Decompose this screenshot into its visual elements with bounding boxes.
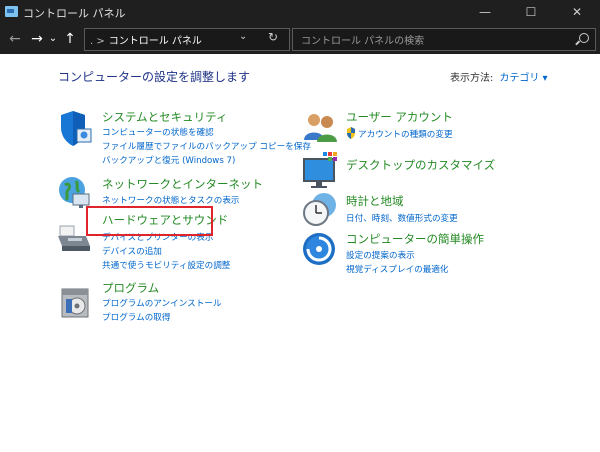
search-icon[interactable] — [579, 33, 589, 43]
view-by-dropdown[interactable]: カテゴリ ▾ — [499, 73, 547, 84]
programs-icon[interactable] — [60, 283, 92, 319]
link-get-programs[interactable]: プログラムの取得 — [102, 311, 171, 323]
link-network-status-tasks[interactable]: ネットワークの状態とタスクの表示 — [102, 194, 240, 206]
link-uninstall-program[interactable]: プログラムのアンインストール — [102, 297, 222, 309]
link-file-history-backup[interactable]: ファイル履歴でファイルのバックアップ コピーを保存 — [102, 140, 311, 152]
user-accounts-icon[interactable] — [302, 110, 340, 144]
refresh-icon[interactable]: ↻ — [268, 30, 278, 44]
link-change-account-type[interactable]: アカウントの種類の変更 — [358, 128, 453, 140]
link-change-date-time-format[interactable]: 日付、時刻、数値形式の変更 — [346, 212, 458, 224]
close-button[interactable]: ✕ — [554, 0, 600, 24]
view-by: 表示方法: カテゴリ ▾ — [450, 69, 548, 84]
page-title: コンピューターの設定を調整します — [58, 70, 251, 84]
search-placeholder: コントロール パネルの検索 — [301, 36, 425, 47]
back-arrow-icon[interactable]: ← — [6, 29, 24, 49]
maximize-button[interactable]: ☐ — [508, 0, 554, 24]
category-title-ease-of-access[interactable]: コンピューターの簡単操作 — [346, 231, 484, 247]
link-mobility-settings[interactable]: 共通で使うモビリティ設定の調整 — [102, 259, 230, 271]
up-arrow-icon[interactable]: ↑ — [61, 29, 79, 49]
desktop-customization-icon[interactable] — [302, 151, 342, 189]
category-title-user-accounts[interactable]: ユーザー アカウント — [346, 109, 453, 125]
highlight-box — [86, 206, 213, 236]
recent-locations-chevron-icon[interactable]: ⌄ — [44, 29, 62, 49]
breadcrumb[interactable]: . > コントロール パネル — [90, 32, 202, 47]
clock-globe-icon[interactable] — [302, 191, 340, 227]
address-dropdown-icon[interactable]: ⌄ — [239, 31, 247, 42]
link-optimize-visual-display[interactable]: 視覚ディスプレイの最適化 — [346, 263, 449, 275]
uac-shield-icon — [347, 127, 355, 139]
link-view-recommendations[interactable]: 設定の提案の表示 — [346, 249, 415, 261]
category-title-programs[interactable]: プログラム — [102, 280, 159, 296]
title-bar: コントロール パネル — ☐ ✕ — [0, 0, 600, 24]
search-input[interactable]: コントロール パネルの検索 — [292, 28, 596, 51]
shield-icon[interactable] — [57, 109, 93, 149]
window-title: コントロール パネル — [23, 7, 126, 20]
link-add-device[interactable]: デバイスの追加 — [102, 245, 162, 257]
ease-of-access-icon[interactable] — [302, 232, 338, 268]
control-panel-icon — [5, 6, 18, 17]
breadcrumb-separator: . > — [90, 36, 105, 47]
address-field[interactable]: . > コントロール パネル ⌄ ↻ — [84, 28, 290, 51]
link-backup-restore[interactable]: バックアップと復元 (Windows 7) — [102, 154, 235, 166]
minimize-button[interactable]: — — [462, 0, 508, 24]
category-title-desktop-customization[interactable]: デスクトップのカスタマイズ — [346, 157, 495, 173]
category-title-clock-region[interactable]: 時計と地域 — [346, 193, 404, 209]
network-globe-icon[interactable] — [57, 175, 93, 209]
breadcrumb-control-panel[interactable]: コントロール パネル — [109, 36, 202, 47]
category-title-network-internet[interactable]: ネットワークとインターネット — [102, 176, 263, 192]
category-title-system-security[interactable]: システムとセキュリティ — [102, 109, 227, 125]
view-by-label: 表示方法: — [450, 73, 494, 84]
navigation-bar: ← → ⌄ ↑ . > コントロール パネル ⌄ ↻ コントロール パネルの検索 — [0, 24, 600, 54]
link-check-computer-status[interactable]: コンピューターの状態を確認 — [102, 126, 214, 138]
